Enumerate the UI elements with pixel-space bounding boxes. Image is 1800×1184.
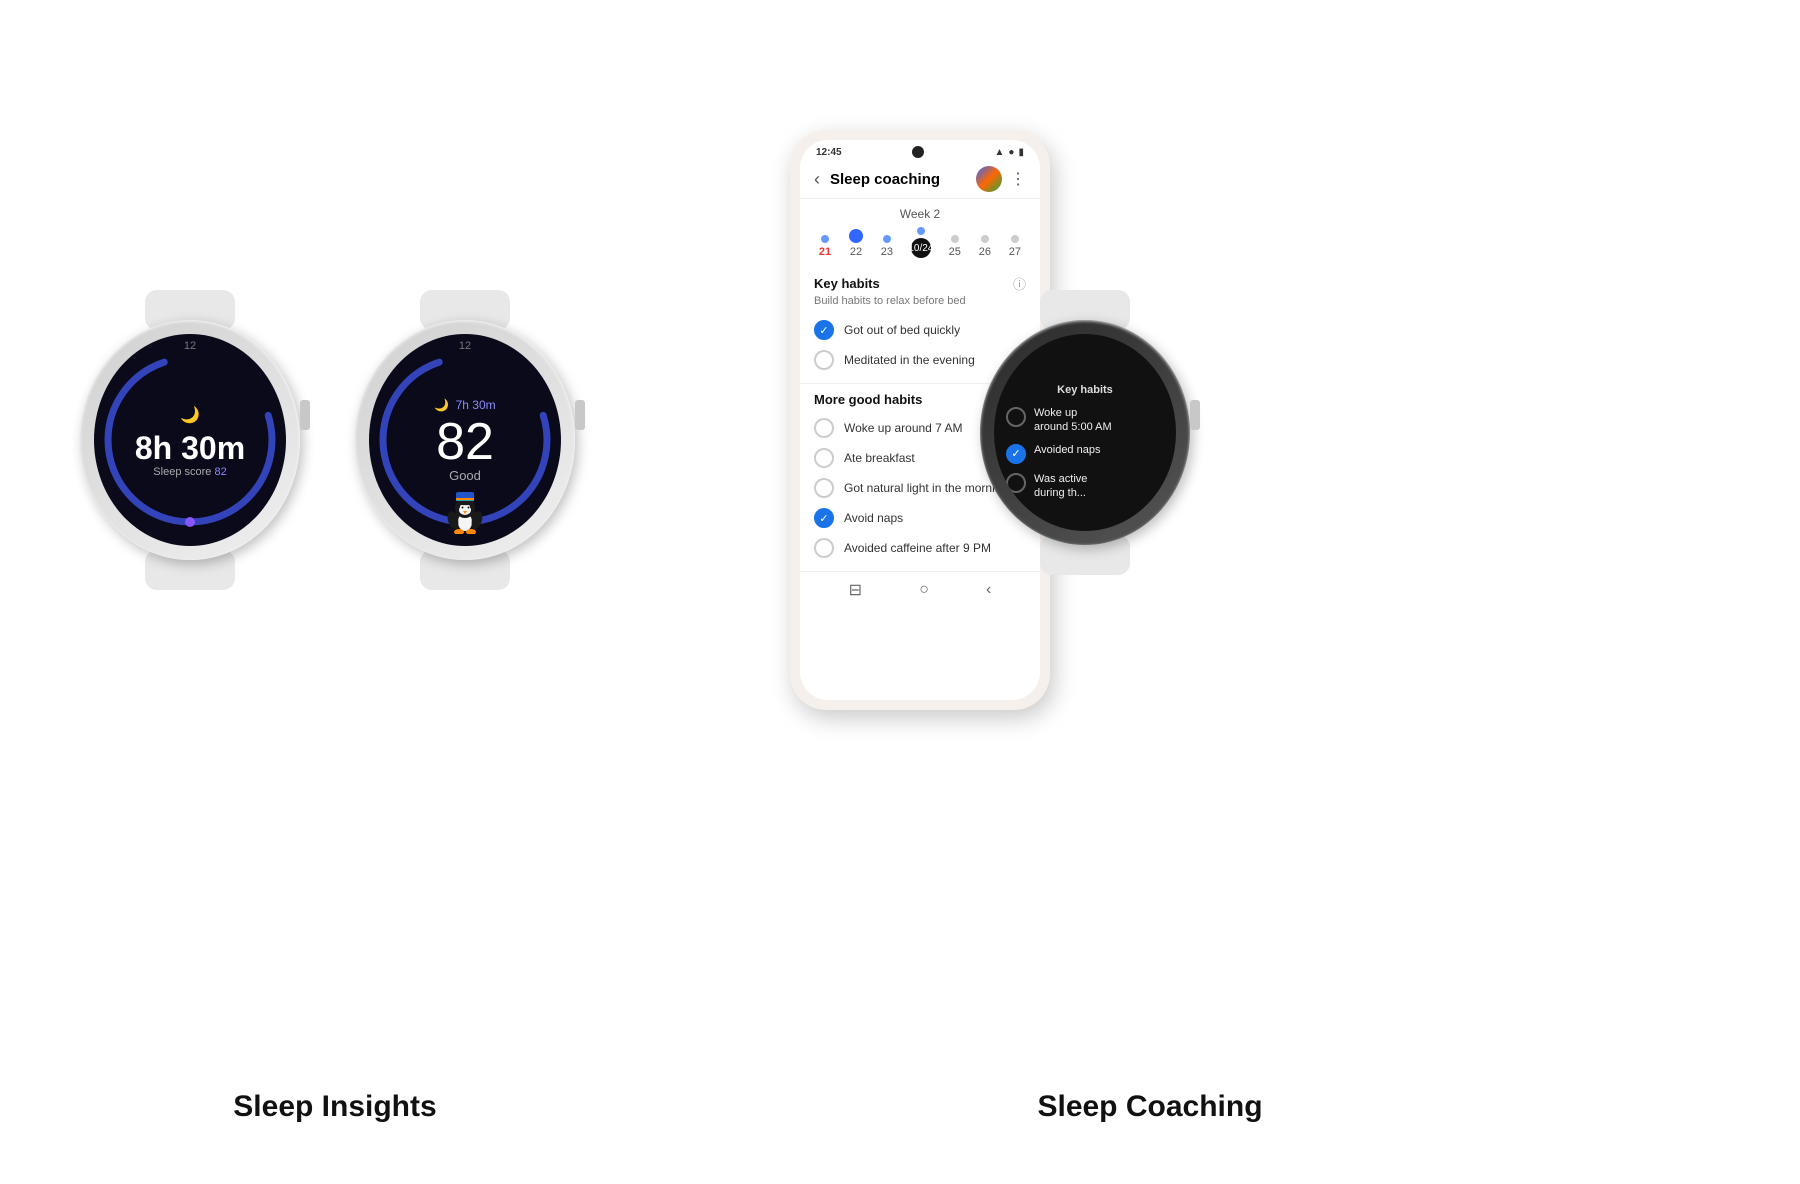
watch-overlay: Key habits Woke uparound 5:00 AM ✓ Avoid… bbox=[980, 320, 1190, 545]
habit-text-woke-up: Woke up around 7 AM bbox=[844, 421, 963, 435]
crown bbox=[300, 400, 310, 430]
day-21[interactable]: 21 bbox=[819, 235, 831, 258]
back-button[interactable]: ‹ bbox=[814, 169, 820, 190]
habit-check-got-out[interactable]: ✓ bbox=[814, 320, 834, 340]
phone-bottom-nav: ⊟ ○ ‹ bbox=[800, 571, 1040, 608]
kh-card-title: Key habits bbox=[1002, 384, 1168, 396]
watch-tobe: 12 🌙 7h 30m 82 Good bbox=[355, 320, 575, 560]
habits-title-row: Key habits ⓘ bbox=[814, 274, 1026, 293]
watch-time-asis: 8h 30m bbox=[135, 430, 245, 466]
nav-title: Sleep coaching bbox=[830, 171, 976, 188]
battery-icon: ▮ bbox=[1018, 147, 1024, 158]
habit-check-caffeine[interactable] bbox=[814, 538, 834, 558]
day-25[interactable]: 25 bbox=[949, 235, 961, 258]
sleep-insights-label: Sleep Insights bbox=[50, 1090, 620, 1124]
habits-subtitle: Build habits to relax before bed bbox=[814, 295, 1026, 307]
habit-check-breakfast[interactable] bbox=[814, 448, 834, 468]
kh-text-active: Was activeduring th... bbox=[1034, 472, 1087, 501]
day-dot-24 bbox=[917, 227, 925, 235]
wifi-icon: ● bbox=[1008, 147, 1014, 158]
watch-face-asis: 12 🌙 8h 30m Sleep score 82 bbox=[94, 334, 286, 546]
kh-item-avoided-naps: ✓ Avoided naps bbox=[1002, 443, 1168, 464]
kh-item-woke-up: Woke uparound 5:00 AM bbox=[1002, 406, 1168, 435]
day-27[interactable]: 27 bbox=[1009, 235, 1021, 258]
kh-check-active bbox=[1006, 473, 1026, 493]
info-icon[interactable]: ⓘ bbox=[1013, 274, 1026, 293]
phone-nav: ‹ Sleep coaching ⋮ bbox=[800, 160, 1040, 199]
habit-text-got-out: Got out of bed quickly bbox=[844, 323, 960, 337]
day-num-24: 10/24 bbox=[911, 238, 931, 258]
day-num-21: 21 bbox=[819, 246, 831, 258]
more-menu-button[interactable]: ⋮ bbox=[1010, 169, 1026, 189]
overlay-crown bbox=[1190, 400, 1200, 430]
day-num-22: 22 bbox=[850, 246, 862, 258]
camera-notch bbox=[912, 146, 924, 158]
day-num-25: 25 bbox=[949, 246, 961, 258]
watch-12-asis: 12 bbox=[184, 340, 196, 352]
day-dot-25 bbox=[951, 235, 959, 243]
habit-text-caffeine: Avoided caffeine after 9 PM bbox=[844, 541, 991, 555]
day-dot-26 bbox=[981, 235, 989, 243]
nav-back-icon[interactable]: ‹ bbox=[986, 581, 991, 599]
day-26[interactable]: 26 bbox=[979, 235, 991, 258]
day-num-23: 23 bbox=[881, 246, 893, 258]
status-time: 12:45 bbox=[816, 147, 842, 158]
habits-title: Key habits bbox=[814, 276, 880, 291]
kh-item-active: Was activeduring th... bbox=[1002, 472, 1168, 501]
watch-score-tobe: 82 bbox=[434, 416, 495, 468]
watch-body: 12 🌙 8h 30m Sleep score 82 bbox=[80, 320, 300, 560]
sleep-coaching-label: Sleep Coaching bbox=[870, 1090, 1430, 1124]
signal-icon: ▲ bbox=[995, 147, 1005, 158]
nav-menu-icon[interactable]: ⊟ bbox=[849, 580, 862, 600]
key-habits-card: Key habits Woke uparound 5:00 AM ✓ Avoid… bbox=[1002, 384, 1168, 508]
nav-home-icon[interactable]: ○ bbox=[919, 581, 929, 599]
habit-text-breakfast: Ate breakfast bbox=[844, 451, 915, 465]
day-22[interactable]: 22 bbox=[849, 229, 863, 258]
watch-body-tobe: 12 🌙 7h 30m 82 Good bbox=[355, 320, 575, 560]
habit-check-meditated[interactable] bbox=[814, 350, 834, 370]
watch-score-label: Sleep score 82 bbox=[135, 466, 245, 478]
day-num-27: 27 bbox=[1009, 246, 1021, 258]
watch-face-tobe: 12 🌙 7h 30m 82 Good bbox=[369, 334, 561, 546]
status-icons: ▲ ● ▮ bbox=[995, 147, 1024, 158]
day-dot-21 bbox=[821, 235, 829, 243]
day-24[interactable]: 10/24 bbox=[911, 227, 931, 258]
watch-12-tobe: 12 bbox=[459, 340, 471, 352]
app-logo bbox=[976, 166, 1002, 192]
kh-check-avoided-naps: ✓ bbox=[1006, 444, 1026, 464]
habit-text-avoid-naps: Avoid naps bbox=[844, 511, 903, 525]
day-23[interactable]: 23 bbox=[881, 235, 893, 258]
habit-text-meditated: Meditated in the evening bbox=[844, 353, 975, 367]
penguin-icon bbox=[443, 490, 487, 534]
day-dot-27 bbox=[1011, 235, 1019, 243]
day-dot-23 bbox=[883, 235, 891, 243]
habit-check-avoid-naps[interactable]: ✓ bbox=[814, 508, 834, 528]
kh-text-avoided-naps: Avoided naps bbox=[1034, 443, 1100, 457]
kh-check-woke-up bbox=[1006, 407, 1026, 427]
overlay-watch-body: Key habits Woke uparound 5:00 AM ✓ Avoid… bbox=[980, 320, 1190, 545]
day-num-26: 26 bbox=[979, 246, 991, 258]
day-row: 21 22 23 10/24 25 bbox=[800, 225, 1040, 266]
overlay-watch-face: Key habits Woke uparound 5:00 AM ✓ Avoid… bbox=[994, 334, 1176, 531]
watch-tobe-content: 🌙 7h 30m 82 Good bbox=[434, 398, 495, 483]
week-header: Week 2 bbox=[800, 199, 1040, 225]
kh-text-woke-up: Woke uparound 5:00 AM bbox=[1034, 406, 1112, 435]
watch-duration: 🌙 7h 30m bbox=[434, 398, 495, 412]
watch-asis-content: 8h 30m Sleep score 82 bbox=[135, 402, 245, 478]
habit-check-woke-up[interactable] bbox=[814, 418, 834, 438]
watch-asis: 12 🌙 8h 30m Sleep score 82 bbox=[80, 320, 300, 560]
day-dot-22 bbox=[849, 229, 863, 243]
habit-check-natural-light[interactable] bbox=[814, 478, 834, 498]
status-bar: 12:45 ▲ ● ▮ bbox=[800, 140, 1040, 160]
crown-tobe bbox=[575, 400, 585, 430]
